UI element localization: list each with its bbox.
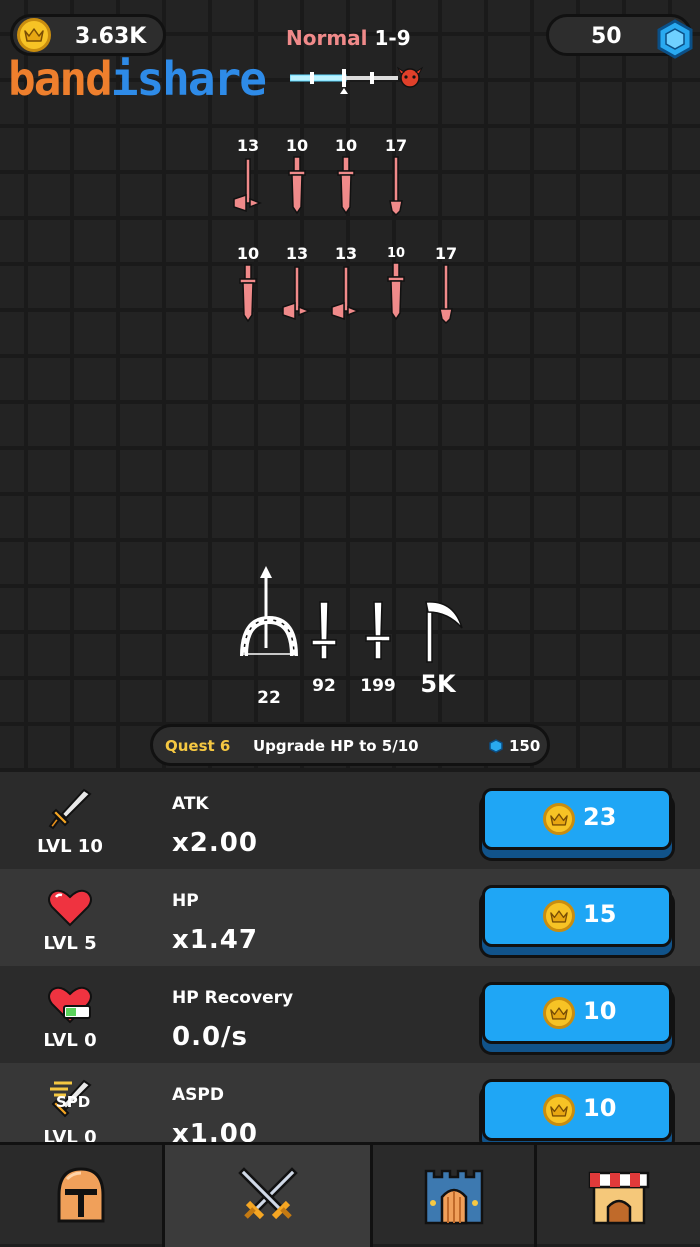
- upgrade-value: x2.00: [172, 828, 258, 858]
- upgrade-level: LVL 10: [37, 836, 103, 857]
- tab-castle[interactable]: [373, 1145, 537, 1247]
- castle-gate-icon: [424, 1169, 483, 1225]
- enemy-sword-icon: [239, 264, 257, 323]
- enemy-unit: 17: [376, 136, 416, 221]
- upgrade-cost: 23: [583, 803, 617, 831]
- gem-amount: 50: [591, 24, 622, 49]
- upgrade-level: LVL 0: [43, 1030, 97, 1051]
- enemy-sword-icon: [288, 156, 306, 215]
- upgrade-value: x1.47: [172, 925, 258, 955]
- enemy-unit: 10: [228, 244, 268, 329]
- heart-icon: [48, 889, 92, 927]
- upgrade-cost: 10: [583, 997, 617, 1025]
- gem-icon: [657, 19, 693, 59]
- boss-demon-icon: [396, 66, 424, 88]
- tab-shop[interactable]: [537, 1145, 700, 1247]
- bow-icon: [240, 566, 298, 657]
- helmet-icon: [57, 1167, 105, 1223]
- difficulty-mode: Normal: [286, 26, 368, 50]
- scythe-icon: [425, 601, 463, 663]
- crown-coin-icon: [543, 900, 575, 932]
- quest-bar[interactable]: Quest 6 Upgrade HP to 5/10 150: [150, 724, 550, 766]
- stage-number: 1-9: [374, 26, 411, 50]
- enemy-unit: 17: [426, 244, 466, 329]
- enemy-unit: 10: [376, 244, 416, 327]
- upgrade-hp-recovery-button[interactable]: 10: [482, 982, 672, 1044]
- bottom-nav: [0, 1142, 700, 1247]
- upgrade-row-aspd: SPD LVL 0 ASPD x1.00 10: [0, 1063, 700, 1142]
- shop-icon: [588, 1171, 649, 1225]
- quest-number: Quest 6: [165, 737, 231, 755]
- hero-sword[interactable]: 92: [304, 598, 344, 696]
- enemy-sword-icon: [337, 156, 355, 215]
- crossed-swords-icon: [237, 1167, 298, 1220]
- hero-scythe[interactable]: 5K: [410, 598, 466, 698]
- enemy-unit: 13: [228, 136, 268, 221]
- upgrade-value: 0.0/s: [172, 1022, 249, 1052]
- enemy-unit: 10: [277, 136, 317, 221]
- enemy-axe-icon: [282, 266, 312, 321]
- quest-description: Upgrade HP to 5/10: [253, 737, 419, 755]
- enemy-spear-icon: [439, 264, 453, 325]
- enemy-unit: 13: [326, 244, 366, 329]
- gem-counter[interactable]: 50: [546, 14, 693, 59]
- upgrade-aspd-button[interactable]: 10: [482, 1079, 672, 1141]
- enemy-dagger-icon: [387, 262, 405, 321]
- upgrade-atk-button[interactable]: 23: [482, 788, 672, 850]
- gold-counter[interactable]: 3.63K: [10, 14, 166, 56]
- battle-arena: [0, 0, 700, 772]
- upgrade-row-hp-recovery: LVL 0 HP Recovery 0.0/s 10: [0, 966, 700, 1063]
- hero-dagger[interactable]: 199: [356, 598, 400, 696]
- upgrade-name: HP Recovery: [172, 988, 294, 1008]
- upgrade-value: x1.00: [172, 1119, 258, 1142]
- enemy-unit: 13: [277, 244, 317, 329]
- enemy-axe-icon: [233, 158, 263, 213]
- heart-battery-icon: [48, 986, 92, 1024]
- upgrade-hp-button[interactable]: 15: [482, 885, 672, 947]
- upgrade-row-hp: LVL 5 HP x1.47 15: [0, 869, 700, 966]
- hero-bow[interactable]: 22: [238, 564, 300, 708]
- enemy-spear-icon: [389, 156, 403, 217]
- crown-coin-icon: [17, 18, 51, 52]
- enemy-axe-icon: [331, 266, 361, 321]
- upgrade-panel[interactable]: LVL 10 ATK x2.00 23 LVL 5 HP x1.47 15 LV…: [0, 772, 700, 1142]
- upgrade-level: LVL 0: [43, 1127, 97, 1142]
- quest-reward: 150: [489, 737, 540, 755]
- dagger-icon: [365, 601, 391, 660]
- upgrade-cost: 10: [583, 1094, 617, 1122]
- speed-badge: SPD: [56, 1093, 91, 1111]
- crown-coin-icon: [543, 997, 575, 1029]
- crown-coin-icon: [543, 1094, 575, 1126]
- upgrade-row-atk: LVL 10 ATK x2.00 23: [0, 772, 700, 869]
- enemy-unit: 10: [326, 136, 366, 221]
- upgrade-level: LVL 5: [43, 933, 97, 954]
- sword-icon: [48, 788, 92, 830]
- watermark: bandishare: [8, 52, 267, 106]
- gold-amount: 3.63K: [75, 24, 147, 49]
- sword-icon: [311, 601, 337, 660]
- stage-label: Normal 1-9: [286, 26, 411, 50]
- crown-coin-icon: [543, 803, 575, 835]
- upgrade-cost: 15: [583, 900, 617, 928]
- upgrade-name: ASPD: [172, 1085, 224, 1105]
- upgrade-name: HP: [172, 891, 199, 911]
- stage-progress-bar: [290, 66, 424, 94]
- upgrade-name: ATK: [172, 794, 209, 814]
- tab-battle[interactable]: [165, 1145, 373, 1247]
- tab-heroes[interactable]: [0, 1145, 165, 1247]
- gem-icon: [489, 739, 503, 753]
